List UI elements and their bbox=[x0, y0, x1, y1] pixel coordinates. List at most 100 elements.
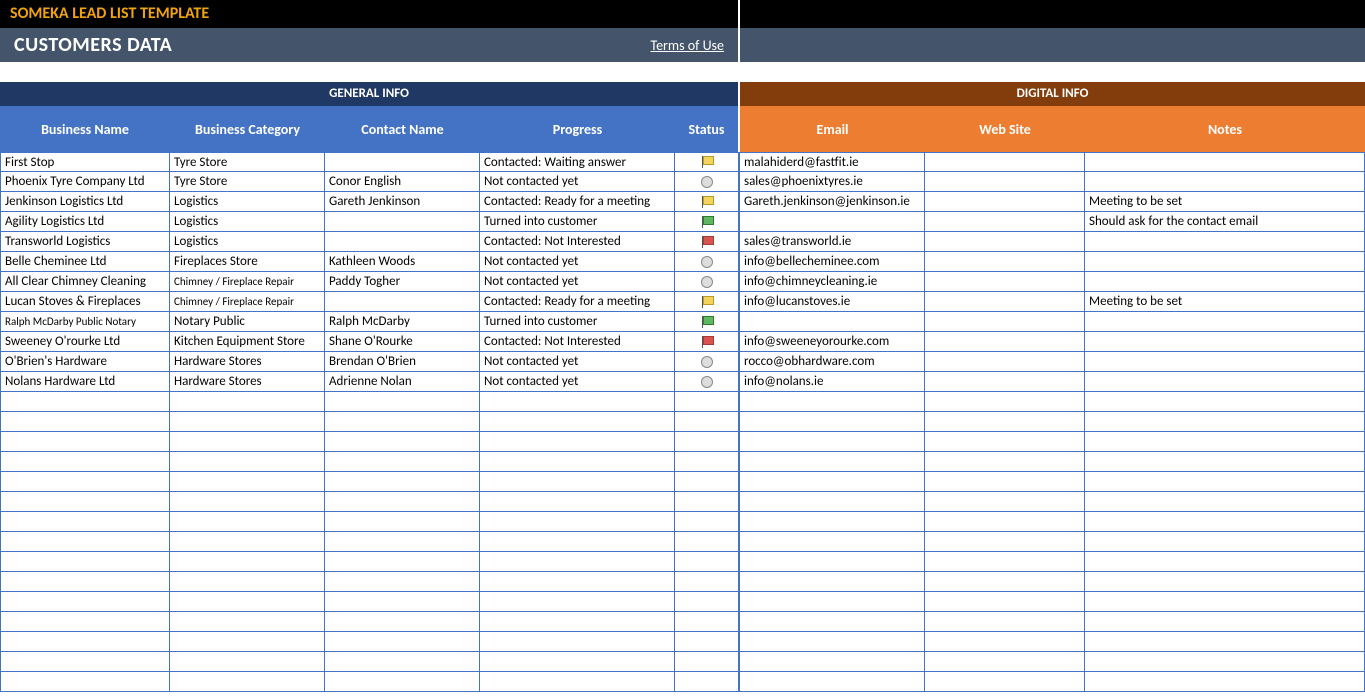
cell-progress[interactable]: Turned into customer bbox=[480, 312, 675, 332]
cell-website[interactable] bbox=[925, 372, 1085, 392]
table-row[interactable] bbox=[0, 492, 1365, 512]
table-row[interactable] bbox=[0, 672, 1365, 692]
table-row[interactable] bbox=[0, 412, 1365, 432]
table-row[interactable] bbox=[0, 592, 1365, 612]
cell-website[interactable] bbox=[925, 572, 1085, 592]
cell-status[interactable] bbox=[675, 172, 740, 192]
cell-status[interactable] bbox=[675, 512, 740, 532]
cell-notes[interactable] bbox=[1085, 432, 1365, 452]
cell-notes[interactable] bbox=[1085, 312, 1365, 332]
cell-contact-name[interactable] bbox=[325, 232, 480, 252]
cell-business-category[interactable]: Logistics bbox=[170, 212, 325, 232]
cell-contact-name[interactable]: Adrienne Nolan bbox=[325, 372, 480, 392]
cell-website[interactable] bbox=[925, 152, 1085, 172]
cell-status[interactable] bbox=[675, 552, 740, 572]
cell-status[interactable] bbox=[675, 332, 740, 352]
cell-business-name[interactable]: O'Brien's Hardware bbox=[0, 352, 170, 372]
cell-website[interactable] bbox=[925, 192, 1085, 212]
table-row[interactable] bbox=[0, 552, 1365, 572]
cell-email[interactable]: info@lucanstoves.ie bbox=[740, 292, 925, 312]
cell-contact-name[interactable] bbox=[325, 152, 480, 172]
cell-email[interactable] bbox=[740, 512, 925, 532]
cell-contact-name[interactable] bbox=[325, 672, 480, 692]
cell-status[interactable] bbox=[675, 192, 740, 212]
cell-notes[interactable] bbox=[1085, 472, 1365, 492]
cell-website[interactable] bbox=[925, 532, 1085, 552]
cell-email[interactable] bbox=[740, 652, 925, 672]
cell-notes[interactable] bbox=[1085, 272, 1365, 292]
cell-business-name[interactable] bbox=[0, 532, 170, 552]
cell-status[interactable] bbox=[675, 492, 740, 512]
cell-email[interactable] bbox=[740, 552, 925, 572]
cell-progress[interactable] bbox=[480, 492, 675, 512]
table-row[interactable] bbox=[0, 652, 1365, 672]
cell-contact-name[interactable]: Brendan O'Brien bbox=[325, 352, 480, 372]
cell-email[interactable] bbox=[740, 612, 925, 632]
cell-status[interactable] bbox=[675, 272, 740, 292]
cell-email[interactable]: info@nolans.ie bbox=[740, 372, 925, 392]
cell-business-name[interactable] bbox=[0, 672, 170, 692]
cell-business-name[interactable] bbox=[0, 652, 170, 672]
cell-status[interactable] bbox=[675, 232, 740, 252]
cell-progress[interactable] bbox=[480, 532, 675, 552]
cell-contact-name[interactable] bbox=[325, 632, 480, 652]
cell-email[interactable] bbox=[740, 212, 925, 232]
table-row[interactable]: Lucan Stoves & FireplacesChimney / Firep… bbox=[0, 292, 1365, 312]
cell-email[interactable] bbox=[740, 572, 925, 592]
cell-business-category[interactable] bbox=[170, 432, 325, 452]
cell-business-category[interactable]: Notary Public bbox=[170, 312, 325, 332]
cell-business-name[interactable]: Lucan Stoves & Fireplaces bbox=[0, 292, 170, 312]
cell-business-category[interactable] bbox=[170, 532, 325, 552]
table-row[interactable]: Transworld LogisticsLogisticsContacted: … bbox=[0, 232, 1365, 252]
cell-contact-name[interactable] bbox=[325, 572, 480, 592]
cell-status[interactable] bbox=[675, 432, 740, 452]
cell-contact-name[interactable]: Paddy Togher bbox=[325, 272, 480, 292]
cell-website[interactable] bbox=[925, 332, 1085, 352]
cell-contact-name[interactable]: Conor English bbox=[325, 172, 480, 192]
cell-business-name[interactable]: Belle Cheminee Ltd bbox=[0, 252, 170, 272]
table-row[interactable]: Ralph McDarby Public NotaryNotary Public… bbox=[0, 312, 1365, 332]
cell-progress[interactable] bbox=[480, 392, 675, 412]
cell-business-name[interactable] bbox=[0, 412, 170, 432]
cell-status[interactable] bbox=[675, 672, 740, 692]
cell-progress[interactable]: Contacted: Not Interested bbox=[480, 232, 675, 252]
cell-business-name[interactable] bbox=[0, 612, 170, 632]
cell-progress[interactable]: Not contacted yet bbox=[480, 372, 675, 392]
cell-email[interactable]: Gareth.jenkinson@jenkinson.ie bbox=[740, 192, 925, 212]
cell-notes[interactable] bbox=[1085, 552, 1365, 572]
cell-progress[interactable] bbox=[480, 652, 675, 672]
cell-status[interactable] bbox=[675, 292, 740, 312]
cell-progress[interactable] bbox=[480, 672, 675, 692]
cell-business-name[interactable] bbox=[0, 592, 170, 612]
cell-status[interactable] bbox=[675, 452, 740, 472]
cell-notes[interactable] bbox=[1085, 532, 1365, 552]
cell-email[interactable] bbox=[740, 312, 925, 332]
table-row[interactable] bbox=[0, 452, 1365, 472]
cell-progress[interactable] bbox=[480, 612, 675, 632]
cell-notes[interactable] bbox=[1085, 152, 1365, 172]
cell-status[interactable] bbox=[675, 352, 740, 372]
cell-business-category[interactable] bbox=[170, 572, 325, 592]
cell-contact-name[interactable] bbox=[325, 552, 480, 572]
table-row[interactable] bbox=[0, 512, 1365, 532]
table-row[interactable]: Phoenix Tyre Company LtdTyre StoreConor … bbox=[0, 172, 1365, 192]
cell-business-category[interactable] bbox=[170, 412, 325, 432]
table-row[interactable]: All Clear Chimney CleaningChimney / Fire… bbox=[0, 272, 1365, 292]
cell-website[interactable] bbox=[925, 552, 1085, 572]
cell-notes[interactable] bbox=[1085, 392, 1365, 412]
cell-email[interactable]: info@sweeneyorourke.com bbox=[740, 332, 925, 352]
cell-website[interactable] bbox=[925, 352, 1085, 372]
cell-status[interactable] bbox=[675, 312, 740, 332]
cell-business-category[interactable] bbox=[170, 672, 325, 692]
cell-notes[interactable] bbox=[1085, 592, 1365, 612]
cell-business-category[interactable] bbox=[170, 472, 325, 492]
cell-website[interactable] bbox=[925, 272, 1085, 292]
cell-progress[interactable]: Turned into customer bbox=[480, 212, 675, 232]
cell-website[interactable] bbox=[925, 472, 1085, 492]
cell-progress[interactable] bbox=[480, 512, 675, 532]
cell-contact-name[interactable] bbox=[325, 432, 480, 452]
cell-business-name[interactable] bbox=[0, 552, 170, 572]
cell-contact-name[interactable] bbox=[325, 412, 480, 432]
cell-progress[interactable]: Not contacted yet bbox=[480, 272, 675, 292]
cell-status[interactable] bbox=[675, 372, 740, 392]
